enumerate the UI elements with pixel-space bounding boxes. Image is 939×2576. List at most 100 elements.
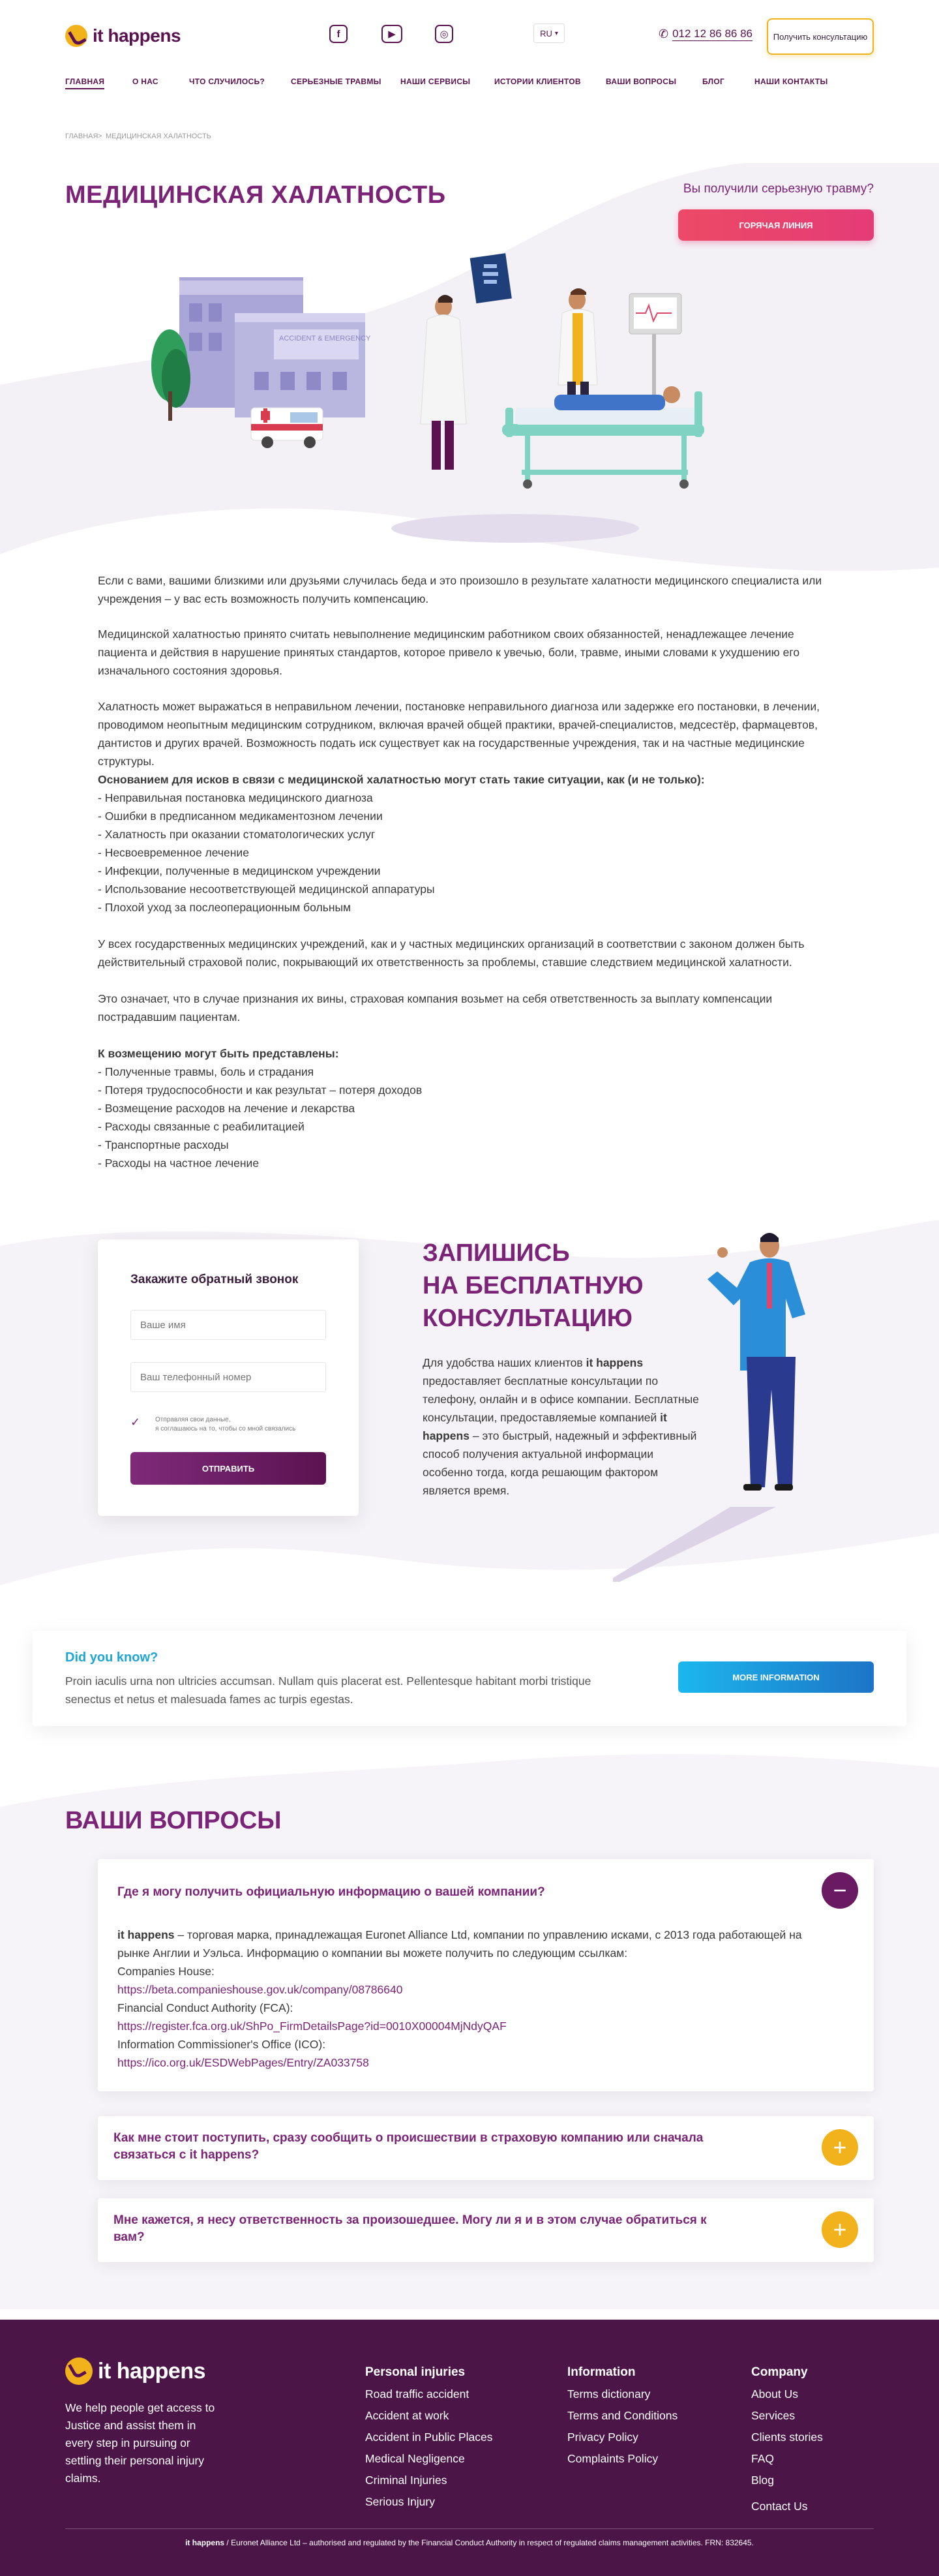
footer-logo[interactable]: it happens: [65, 2357, 206, 2385]
companies-house-link[interactable]: https://beta.companieshouse.gov.uk/compa…: [117, 1983, 402, 1996]
faq-question-2[interactable]: Как мне стоит поступить, сразу сообщить …: [113, 2130, 766, 2164]
footer-link[interactable]: Services: [751, 2409, 795, 2423]
footer-link[interactable]: Terms dictionary: [567, 2387, 650, 2401]
footer-link[interactable]: Accident in Public Places: [365, 2431, 493, 2444]
liability-paragraph: Это означает, что в случае признания их …: [98, 992, 773, 1023]
footer-link[interactable]: Clients stories: [751, 2431, 823, 2444]
hospital-illustration: ACCIDENT & EMERGENCY: [151, 253, 704, 543]
site-header: it happens f ▶ ◎ RU ▾ ✆ 012 12 86 86 86 …: [0, 0, 939, 104]
footer-link[interactable]: Medical Negligence: [365, 2452, 465, 2466]
footer-col-title: Company: [751, 2365, 808, 2379]
list-item: - Инфекции, полученные в медицинском учр…: [98, 864, 381, 877]
youtube-icon[interactable]: ▶: [381, 25, 402, 43]
footer-logo-text: it happens: [98, 2358, 206, 2384]
answer-intro: it happens – торговая марка, принадлежащ…: [117, 1926, 835, 1962]
footer-link[interactable]: Serious Injury: [365, 2495, 435, 2509]
text-span: Для удобства наших клиентов: [423, 1356, 586, 1369]
name-input[interactable]: [130, 1310, 326, 1340]
collapse-button[interactable]: −: [822, 1872, 858, 1909]
footer-link[interactable]: Criminal Injuries: [365, 2474, 447, 2487]
did-you-know-text: Proin iaculis urna non ultricies accumsa…: [65, 1674, 591, 1706]
list-item: - Халатность при оказании стоматологичес…: [98, 828, 376, 841]
breadcrumb-current: МЕДИЦИНСКАЯ ХАЛАТНОСТЬ: [106, 132, 211, 140]
footer-link[interactable]: Road traffic accident: [365, 2387, 469, 2401]
question-line: Мне кажется, я несу ответственность за п…: [113, 2213, 707, 2227]
plus-icon: +: [833, 2216, 847, 2243]
nav-home[interactable]: ГЛАВНАЯ: [65, 77, 105, 89]
expand-button[interactable]: +: [822, 2129, 858, 2166]
faq-question-3[interactable]: Мне кажется, я несу ответственность за п…: [113, 2212, 766, 2246]
compensation-list-title: К возмещению могут быть представлены:: [98, 1047, 339, 1060]
consent-line: я соглашаюсь на то, чтобы со мной связал…: [155, 1425, 296, 1432]
list-item: - Плохой уход за послеоперационным больн…: [98, 901, 351, 914]
faq-question-1[interactable]: Где я могу получить официальную информац…: [117, 1884, 545, 1901]
question-line: вам?: [113, 2230, 145, 2244]
question-line: связаться с it happens?: [113, 2148, 260, 2162]
nav-client-stories[interactable]: ИСТОРИИ КЛИЕНТОВ: [494, 77, 581, 86]
consultant-illustration: [613, 1233, 805, 1582]
expand-button[interactable]: +: [822, 2211, 858, 2248]
footer-link[interactable]: Complaints Policy: [567, 2452, 658, 2466]
footer-link[interactable]: Terms and Conditions: [567, 2409, 678, 2423]
link-label: Companies House:: [117, 1965, 215, 1978]
text-span: – торговая марка, принадлежащая Euronet …: [117, 1928, 802, 1960]
list-item: - Неправильная постановка медицинского д…: [98, 791, 373, 804]
get-consultation-button[interactable]: Получить консультацию: [767, 18, 874, 55]
footer-link[interactable]: About Us: [751, 2387, 798, 2401]
list-item: - Использование несоответствующей медици…: [98, 883, 435, 896]
logo[interactable]: it happens: [65, 25, 181, 47]
consultation-heading: ЗАПИШИСЬ НА БЕСПЛАТНУЮ КОНСУЛЬТАЦИЮ: [423, 1237, 644, 1335]
footer-link[interactable]: Privacy Policy: [567, 2431, 638, 2444]
ico-link[interactable]: https://ico.org.uk/ESDWebPages/Entry/ZA0…: [117, 2056, 369, 2069]
logo-icon: [65, 2357, 93, 2385]
language-select[interactable]: RU ▾: [533, 23, 565, 43]
compensation-list: - Полученные травмы, боль и страдания - …: [98, 1063, 841, 1172]
fca-link[interactable]: https://register.fca.org.uk/ShPo_FirmDet…: [117, 2020, 507, 2033]
link-label: Financial Conduct Authority (FCA):: [117, 2001, 293, 2014]
list-item: - Несвоевременное лечение: [98, 846, 249, 859]
phone-icon: ✆: [659, 27, 669, 40]
nav-your-questions[interactable]: ВАШИ ВОПРОСЫ: [606, 77, 676, 86]
list-item: - Расходы связанные с реабилитацией: [98, 1120, 305, 1133]
nav-about[interactable]: О НАС: [132, 77, 158, 86]
instagram-icon[interactable]: ◎: [435, 25, 453, 43]
consent-checkbox[interactable]: ✓: [130, 1416, 143, 1429]
breadcrumb-separator: >: [98, 132, 102, 140]
list-item: - Полученные травмы, боль и страдания: [98, 1065, 314, 1078]
more-information-button[interactable]: MORE INFORMATION: [678, 1661, 874, 1693]
footer-link[interactable]: Contact Us: [751, 2500, 808, 2513]
nav-contacts[interactable]: НАШИ КОНТАКТЫ: [754, 77, 828, 86]
list-item: - Транспортные расходы: [98, 1138, 229, 1151]
logo-text: it happens: [93, 25, 181, 46]
chevron-down-icon: ▾: [554, 29, 558, 37]
hotline-button[interactable]: ГОРЯЧАЯ ЛИНИЯ: [678, 209, 874, 241]
footer-link[interactable]: Blog: [751, 2474, 774, 2487]
definition-paragraph: Медицинской халатностью принято считать …: [98, 628, 800, 677]
phone-input[interactable]: [130, 1362, 326, 1392]
footer-link[interactable]: FAQ: [751, 2452, 774, 2466]
nav-what-happened[interactable]: ЧТО СЛУЧИЛОСЬ?: [189, 77, 265, 86]
list-item: - Возмещение расходов на лечение и лекар…: [98, 1102, 355, 1115]
language-value: RU: [540, 28, 552, 38]
nav-blog[interactable]: БЛОГ: [702, 77, 724, 86]
submit-button[interactable]: ОТПРАВИТЬ: [130, 1452, 326, 1485]
did-you-know-title: Did you know?: [65, 1650, 158, 1665]
footer-col-title: Personal injuries: [365, 2365, 466, 2379]
footer-divider: [65, 2528, 874, 2529]
grounds-list: - Неправильная постановка медицинского д…: [98, 789, 841, 917]
header-phone[interactable]: ✆ 012 12 86 86 86: [659, 27, 753, 41]
consent-text: Отправляя свои данные, я соглашаюсь на т…: [155, 1416, 325, 1434]
consultation-heading-line: НА БЕСПЛАТНУЮ: [423, 1272, 644, 1299]
brand-name: it happens: [185, 2538, 225, 2547]
facebook-icon[interactable]: f: [329, 25, 348, 43]
grounds-list-title: Основанием для исков в связи с медицинск…: [98, 773, 705, 786]
logo-icon: [65, 25, 87, 47]
hero-question: Вы получили серьезную травму?: [683, 182, 874, 196]
breadcrumb-home[interactable]: ГЛАВНАЯ: [65, 132, 98, 140]
nav-serious-injuries[interactable]: СЕРЬЕЗНЫЕ ТРАВМЫ: [291, 77, 381, 86]
nav-services[interactable]: НАШИ СЕРВИСЫ: [400, 77, 470, 86]
footer-link[interactable]: Accident at work: [365, 2409, 449, 2423]
brand-name: it happens: [117, 1928, 175, 1941]
faq-answer-1: it happens – торговая марка, принадлежащ…: [117, 1926, 835, 2072]
phone-number: 012 12 86 86 86: [672, 27, 753, 41]
